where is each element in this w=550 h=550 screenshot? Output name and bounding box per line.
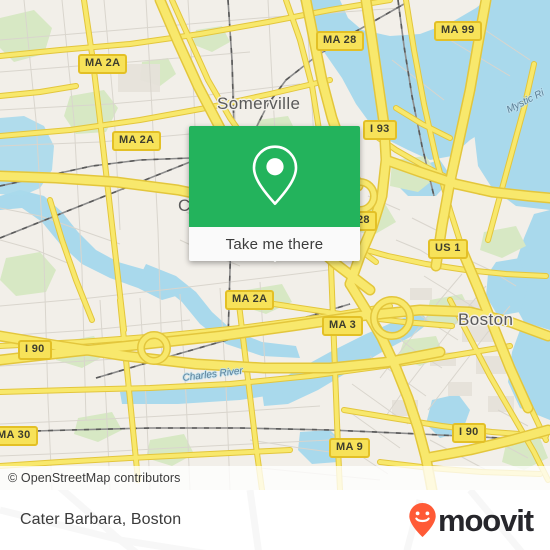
- popup-header: [189, 126, 360, 227]
- location-pin-icon: [252, 144, 297, 205]
- take-me-there-label: Take me there: [225, 235, 324, 253]
- road-shield: I 90: [18, 340, 52, 360]
- road-shield: US 1: [428, 239, 468, 259]
- road-shield: I 90: [452, 423, 486, 443]
- road-shield: MA 99: [434, 21, 482, 41]
- road-shield: MA 3: [322, 316, 364, 336]
- map-canvas[interactable]: MA 2A MA 28 MA 99 MA 2A I 93 US 1 MA 2A …: [0, 0, 550, 490]
- moovit-smiley-pin-icon: [409, 503, 436, 537]
- osm-attribution-text: © OpenStreetMap contributors: [8, 471, 181, 485]
- road-shield: MA 28: [316, 31, 364, 51]
- moovit-wordmark: moovit: [437, 502, 534, 538]
- place-label-somerville: Somerville: [217, 94, 301, 113]
- popup-tail: [260, 252, 289, 262]
- moovit-map-page: MA 2A MA 28 MA 99 MA 2A I 93 US 1 MA 2A …: [0, 0, 550, 550]
- page-footer: Cater Barbara, Boston moovit: [0, 490, 550, 550]
- road-shield: MA 2A: [112, 131, 162, 151]
- road-shield: MA 2A: [78, 54, 128, 74]
- moovit-logo[interactable]: moovit: [408, 502, 534, 538]
- road-shield: MA 9: [329, 438, 371, 458]
- osm-attribution-bar: © OpenStreetMap contributors: [0, 466, 550, 490]
- road-shield: I 93: [363, 120, 397, 140]
- place-label-boston: Boston: [458, 310, 514, 329]
- map-popup-card[interactable]: Take me there: [189, 126, 360, 262]
- road-shield: MA 2A: [225, 290, 275, 310]
- location-title: Cater Barbara, Boston: [20, 511, 182, 528]
- road-shield: MA 30: [0, 426, 38, 446]
